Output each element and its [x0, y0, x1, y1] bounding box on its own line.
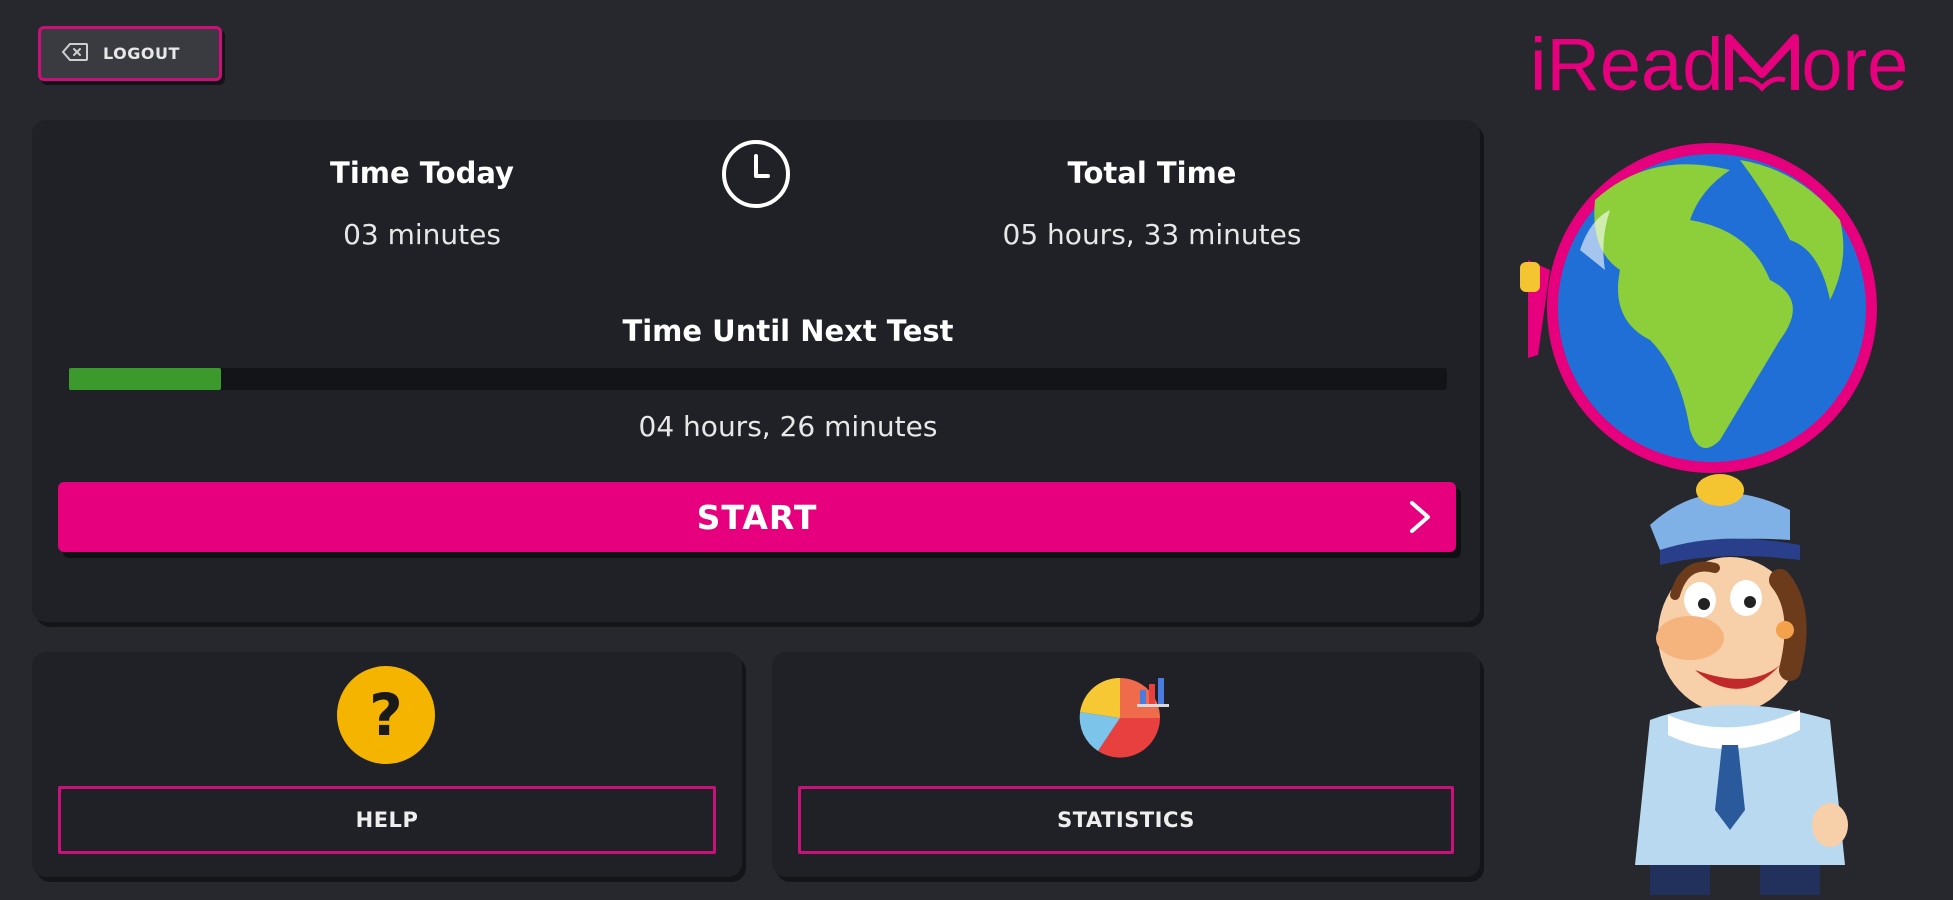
time-today-label: Time Today [330, 156, 514, 190]
svg-text:?: ? [369, 681, 403, 749]
total-time-value: 05 hours, 33 minutes [1002, 218, 1302, 251]
pie-chart-icon [1074, 672, 1178, 766]
statistics-card: STATISTICS [772, 652, 1480, 877]
globe-mascot-illustration [1520, 143, 1877, 895]
start-button[interactable]: START [58, 482, 1456, 552]
time-today-value: 03 minutes [343, 218, 501, 251]
statistics-label: STATISTICS [1057, 808, 1195, 832]
logout-button[interactable]: LOGOUT [38, 26, 222, 81]
clock-icon [720, 138, 792, 214]
statistics-button[interactable]: STATISTICS [798, 786, 1454, 854]
next-test-label: Time Until Next Test [622, 314, 954, 348]
next-test-progress-bar [69, 368, 1447, 390]
logout-label: LOGOUT [103, 44, 180, 63]
help-button[interactable]: HELP [58, 786, 716, 854]
next-test-value: 04 hours, 26 minutes [638, 410, 938, 443]
book-m-logo-mark [1725, 34, 1800, 92]
reading-time-card: Time Today 03 minutes Total Time 05 hour… [32, 120, 1480, 622]
start-label: START [696, 497, 818, 537]
next-test-progress-fill [69, 368, 221, 390]
help-label: HELP [355, 808, 419, 832]
total-time-label: Total Time [1067, 156, 1237, 190]
chevron-right-icon [1408, 499, 1432, 539]
question-circle-icon: ? [336, 665, 436, 769]
ireadmore-logo: iRead ore [1530, 23, 1909, 106]
help-card: ? HELP [32, 652, 742, 877]
backspace-icon [61, 42, 89, 66]
